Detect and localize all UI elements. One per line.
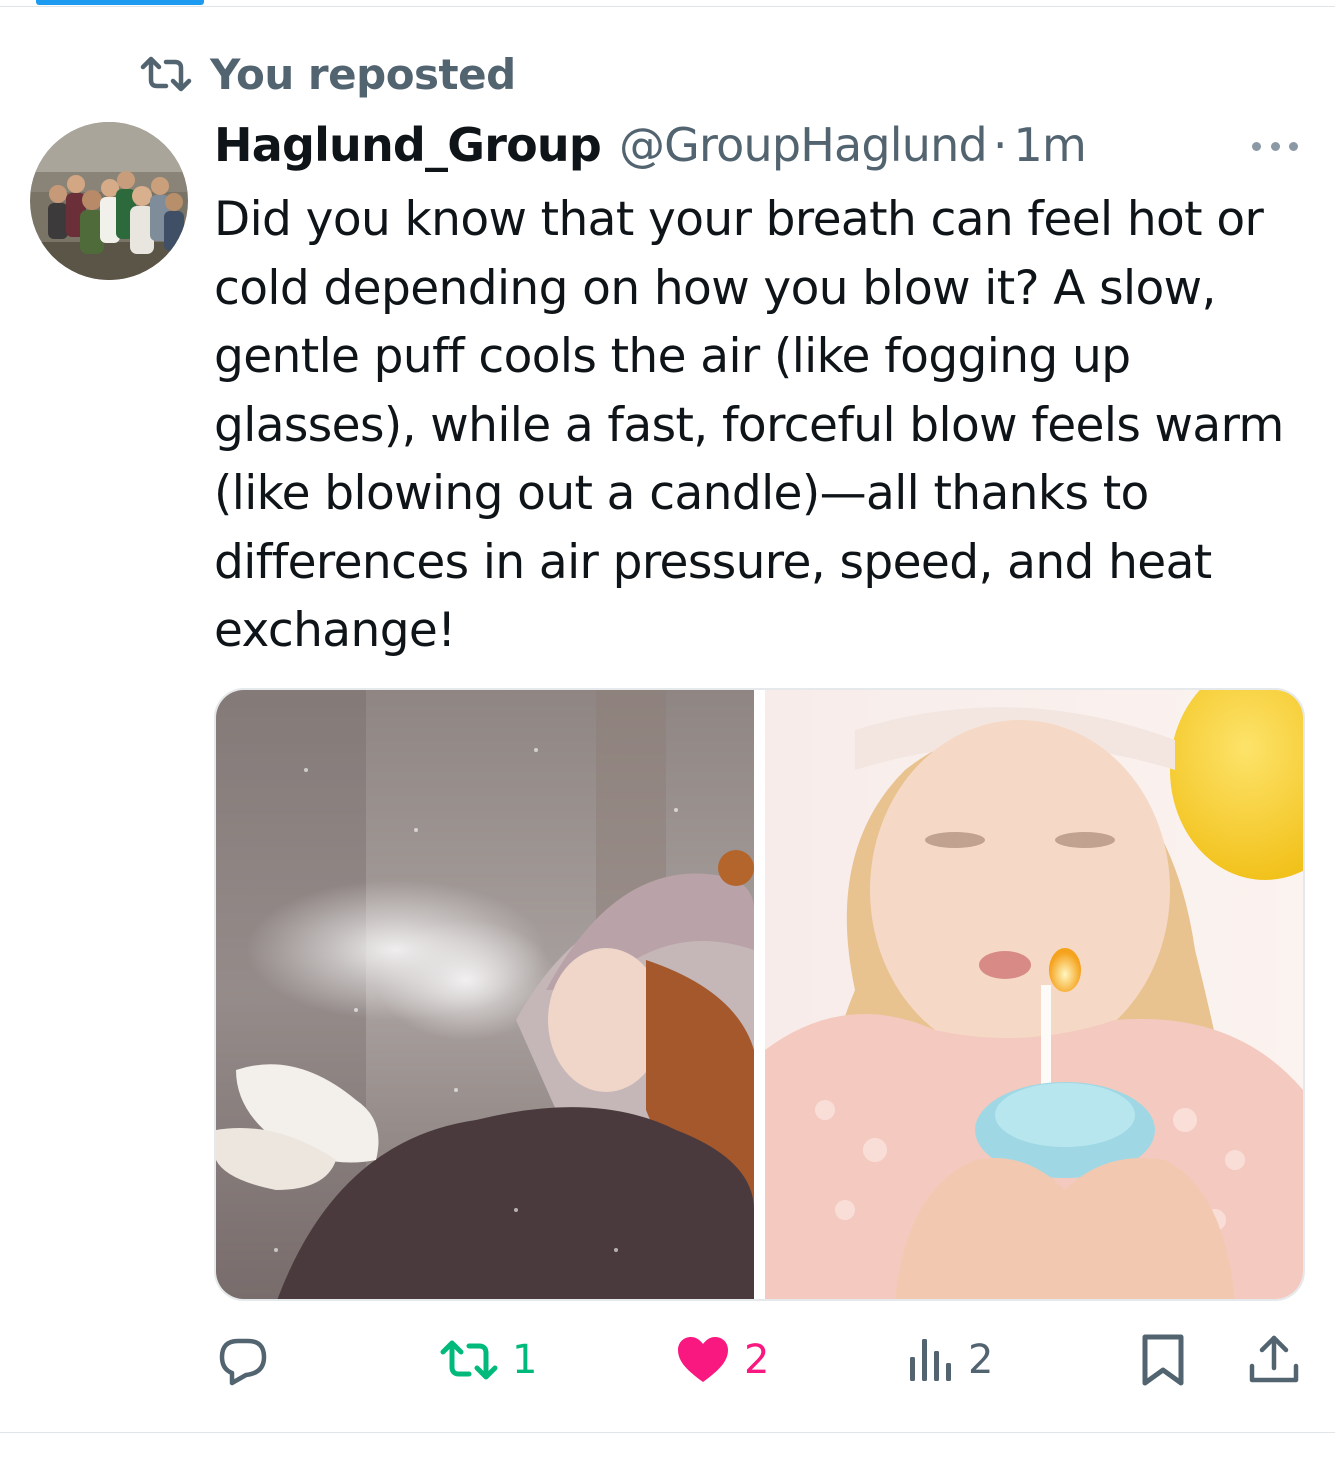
photo-child-blowing-candle xyxy=(765,690,1303,1299)
author-display-name[interactable]: Haglund_Group xyxy=(214,118,602,172)
repost-icon xyxy=(440,1340,498,1380)
timestamp[interactable]: 1m xyxy=(1014,118,1087,172)
repost-banner-label: You reposted xyxy=(210,49,516,99)
bottom-divider xyxy=(0,1432,1335,1433)
separator-dot: · xyxy=(992,118,1008,172)
author-handle[interactable]: @GroupHaglund xyxy=(619,118,988,172)
reply-button[interactable] xyxy=(216,1326,284,1394)
media-photo-right[interactable] xyxy=(765,690,1303,1299)
avatar[interactable] xyxy=(30,122,188,280)
more-dot-icon xyxy=(1270,141,1280,151)
repost-banner: You reposted xyxy=(140,49,516,99)
bookmark-button[interactable] xyxy=(1140,1326,1186,1394)
more-options-button[interactable] xyxy=(1248,134,1302,158)
media-grid xyxy=(214,688,1305,1301)
repost-button[interactable]: 1 xyxy=(440,1326,537,1394)
media-photo-left[interactable] xyxy=(216,690,754,1299)
tweet-header: Haglund_Group @GroupHaglund · 1m xyxy=(214,118,1087,178)
more-dot-icon xyxy=(1289,141,1298,151)
tab-indicator xyxy=(36,0,204,5)
views-button[interactable]: 2 xyxy=(908,1326,993,1394)
tweet-text: Did you know that your breath can feel h… xyxy=(214,192,1299,658)
bookmark-icon xyxy=(1142,1334,1184,1386)
tweet-actions: 1 2 2 xyxy=(214,1326,1304,1394)
views-count: 2 xyxy=(968,1337,994,1383)
photo-child-breath-in-cold xyxy=(216,690,754,1299)
top-divider xyxy=(0,6,1335,7)
share-icon xyxy=(1249,1335,1299,1383)
views-icon xyxy=(910,1339,951,1381)
media-divider xyxy=(754,690,765,1299)
like-count: 2 xyxy=(744,1337,770,1383)
heart-icon xyxy=(678,1337,728,1382)
repost-count: 1 xyxy=(512,1337,538,1383)
repost-icon xyxy=(140,56,192,92)
more-dot-icon xyxy=(1252,141,1261,151)
reply-icon xyxy=(219,1338,267,1386)
like-button[interactable]: 2 xyxy=(676,1326,769,1394)
share-button[interactable] xyxy=(1248,1326,1300,1394)
